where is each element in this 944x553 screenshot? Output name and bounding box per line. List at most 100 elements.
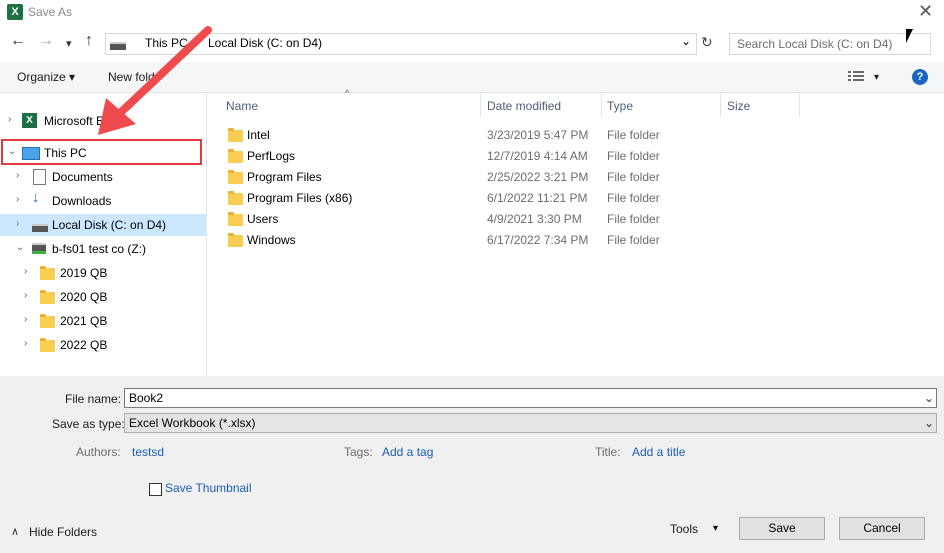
file-date: 6/1/2022 11:21 PM <box>487 191 588 205</box>
help-icon[interactable]: ? <box>912 69 928 85</box>
recent-locations-icon[interactable]: ▾ <box>66 37 72 50</box>
file-name-field[interactable] <box>124 388 937 408</box>
sidebar-item-documents[interactable]: › Documents <box>0 166 206 188</box>
refresh-icon[interactable]: ↻ <box>701 34 713 51</box>
file-row[interactable]: Intel 3/23/2019 5:47 PM File folder <box>220 124 800 145</box>
view-options-icon[interactable] <box>848 70 864 82</box>
sidebar-item-local-disk[interactable]: › Local Disk (C: on D4) <box>0 214 206 236</box>
search-placeholder: Search Local Disk (C: on D4) <box>737 37 893 51</box>
column-divider[interactable] <box>720 93 721 117</box>
sidebar-item-label: b-fs01 test co (Z:) <box>52 242 147 256</box>
view-dropdown-icon[interactable]: ▾ <box>874 72 879 83</box>
chevron-down-icon: ▾ <box>69 70 76 84</box>
file-date: 3/23/2019 5:47 PM <box>487 128 589 142</box>
save-type-dropdown-icon[interactable]: ⌄ <box>924 416 934 430</box>
file-name: Intel <box>247 128 270 142</box>
file-type: File folder <box>607 191 660 205</box>
sidebar-item-2021-qb[interactable]: › 2021 QB <box>0 310 206 332</box>
file-row[interactable]: Program Files 2/25/2022 3:21 PM File fol… <box>220 166 800 187</box>
folder-icon <box>40 314 55 328</box>
chevron-right-icon[interactable]: › <box>16 218 19 229</box>
mouse-pointer-icon <box>906 29 913 43</box>
close-icon[interactable]: ✕ <box>918 1 933 22</box>
annotation-arrow <box>98 26 212 135</box>
save-thumbnail-checkbox[interactable] <box>149 483 162 496</box>
column-divider[interactable] <box>480 93 481 117</box>
file-type: File folder <box>607 128 660 142</box>
file-name: Users <box>247 212 279 226</box>
window-title: Save As <box>28 5 73 19</box>
sidebar-item-label: 2022 QB <box>60 338 108 352</box>
tools-dropdown-icon[interactable]: ▾ <box>713 523 718 534</box>
file-name: Windows <box>247 233 296 247</box>
chevron-right-icon[interactable]: › <box>16 170 19 181</box>
title-field[interactable]: Add a title <box>632 445 685 459</box>
chevron-down-icon[interactable]: ⌄ <box>16 242 24 253</box>
folder-icon <box>228 191 243 205</box>
chevron-right-icon[interactable]: › <box>24 314 27 325</box>
title-label: Title: <box>595 445 621 459</box>
chevron-right-icon[interactable]: › <box>16 194 19 205</box>
tags-field[interactable]: Add a tag <box>382 445 433 459</box>
hide-folders-button[interactable]: Hide Folders <box>29 525 97 539</box>
folder-icon <box>40 266 55 280</box>
folder-icon <box>228 170 243 184</box>
folder-icon <box>228 128 243 142</box>
chevron-right-icon[interactable]: › <box>24 290 27 301</box>
address-dropdown-icon[interactable]: ⌄ <box>681 34 691 48</box>
file-name: Program Files <box>247 170 322 184</box>
cancel-button[interactable]: Cancel <box>839 517 925 540</box>
column-divider[interactable] <box>799 93 800 117</box>
authors-label: Authors: <box>76 445 121 459</box>
save-button[interactable]: Save <box>739 517 825 540</box>
organize-button[interactable]: Organize ▾ <box>17 70 75 84</box>
file-type: File folder <box>607 212 660 226</box>
sidebar-item-label: 2020 QB <box>60 290 108 304</box>
disk-icon <box>32 224 48 232</box>
column-header-name[interactable]: Name <box>226 99 258 113</box>
sidebar-item-downloads[interactable]: › ↑ Downloads <box>0 190 206 212</box>
organize-label: Organize <box>17 70 66 84</box>
authors-field[interactable]: testsd <box>132 445 164 459</box>
column-header-size[interactable]: Size <box>727 99 750 113</box>
excel-app-icon: X <box>7 4 23 20</box>
file-date: 4/9/2021 3:30 PM <box>487 212 582 226</box>
sidebar-item-2022-qb[interactable]: › 2022 QB <box>0 334 206 356</box>
file-name-value: Book2 <box>129 391 164 405</box>
file-type: File folder <box>607 149 660 163</box>
column-header-type[interactable]: Type <box>607 99 633 113</box>
tags-label: Tags: <box>344 445 373 459</box>
tools-button[interactable]: Tools <box>670 522 698 536</box>
sidebar-item-label: Documents <box>52 170 113 184</box>
file-row[interactable]: PerfLogs 12/7/2019 4:14 AM File folder <box>220 145 800 166</box>
chevron-right-icon[interactable]: › <box>24 266 27 277</box>
save-thumbnail-label[interactable]: Save Thumbnail <box>165 481 252 495</box>
file-name-dropdown-icon[interactable]: ⌄ <box>924 391 934 405</box>
column-divider[interactable] <box>601 93 602 117</box>
file-name: Program Files (x86) <box>247 191 353 205</box>
forward-arrow-icon[interactable]: → <box>38 32 54 50</box>
save-type-value: Excel Workbook (*.xlsx) <box>129 416 256 430</box>
folder-icon <box>228 149 243 163</box>
file-row[interactable]: Users 4/9/2021 3:30 PM File folder <box>220 208 800 229</box>
chevron-right-icon[interactable]: › <box>8 114 11 125</box>
column-header-date[interactable]: Date modified <box>487 99 561 113</box>
collapse-up-icon[interactable]: ∧ <box>11 525 19 538</box>
sidebar-item-2019-qb[interactable]: › 2019 QB <box>0 262 206 284</box>
file-date: 6/17/2022 7:34 PM <box>487 233 589 247</box>
folder-icon <box>40 290 55 304</box>
annotation-arrow-shaft <box>114 26 212 119</box>
download-arrow-icon: ↑ <box>32 190 40 207</box>
file-date: 12/7/2019 4:14 AM <box>487 149 588 163</box>
file-row[interactable]: Windows 6/17/2022 7:34 PM File folder <box>220 229 800 250</box>
sidebar-item-network-drive[interactable]: ⌄ b-fs01 test co (Z:) <box>0 238 206 260</box>
back-arrow-icon[interactable]: ← <box>10 32 26 50</box>
file-type: File folder <box>607 233 660 247</box>
sidebar-item-2020-qb[interactable]: › 2020 QB <box>0 286 206 308</box>
save-type-label: Save as type: <box>52 417 125 431</box>
file-row[interactable]: Program Files (x86) 6/1/2022 11:21 PM Fi… <box>220 187 800 208</box>
chevron-right-icon[interactable]: › <box>24 338 27 349</box>
annotation-highlight-box <box>1 139 202 165</box>
breadcrumb-local-disk[interactable]: Local Disk (C: on D4) <box>208 36 322 50</box>
sidebar-item-label: 2021 QB <box>60 314 108 328</box>
